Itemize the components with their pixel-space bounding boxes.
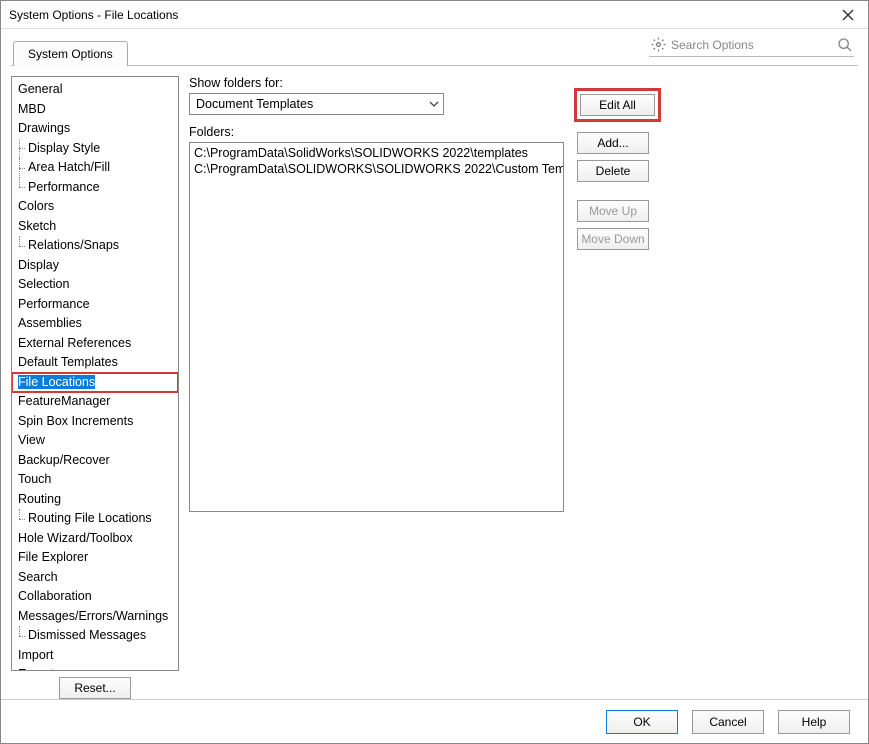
- gear-icon[interactable]: [649, 36, 667, 54]
- folder-path[interactable]: C:\ProgramData\SolidWorks\SOLIDWORKS 202…: [194, 145, 559, 161]
- tree-item-routing-file-locations[interactable]: Routing File Locations: [12, 509, 178, 529]
- tree-item-display-style[interactable]: Display Style: [12, 139, 178, 159]
- tree-item-hole-wizard-toolbox[interactable]: Hole Wizard/Toolbox: [12, 529, 178, 549]
- tree-item-collaboration[interactable]: Collaboration: [12, 587, 178, 607]
- tree-item-assemblies[interactable]: Assemblies: [12, 314, 178, 334]
- help-button[interactable]: Help: [778, 710, 850, 734]
- tree-item-drawings[interactable]: Drawings: [12, 119, 178, 139]
- tree-item-routing[interactable]: Routing: [12, 490, 178, 510]
- edit-all-button[interactable]: Edit All: [580, 94, 655, 116]
- tree-item-file-explorer[interactable]: File Explorer: [12, 548, 178, 568]
- folders-label: Folders:: [189, 125, 858, 139]
- right-panel: Show folders for: Document Templates Edi…: [189, 76, 858, 699]
- chevron-down-icon: [429, 99, 439, 109]
- edit-all-wrap: Edit All: [574, 88, 661, 122]
- tree-item-colors[interactable]: Colors: [12, 197, 178, 217]
- tree-item-export[interactable]: Export: [12, 665, 178, 671]
- tree-item-messages-errors-warnings[interactable]: Messages/Errors/Warnings: [12, 607, 178, 627]
- move-down-button[interactable]: Move Down: [577, 228, 649, 250]
- show-folders-label: Show folders for:: [189, 76, 858, 90]
- dialog-window: System Options - File Locations System O…: [0, 0, 869, 744]
- tree-item-default-templates[interactable]: Default Templates: [12, 353, 178, 373]
- category-tree[interactable]: GeneralMBDDrawingsDisplay StyleArea Hatc…: [11, 76, 179, 671]
- tree-item-search[interactable]: Search: [12, 568, 178, 588]
- left-column: GeneralMBDDrawingsDisplay StyleArea Hatc…: [11, 76, 179, 699]
- reset-button[interactable]: Reset...: [59, 677, 130, 699]
- tree-item-dismissed-messages[interactable]: Dismissed Messages: [12, 626, 178, 646]
- folder-buttons: Add... Delete Move Up Move Down: [577, 132, 649, 250]
- tree-item-import[interactable]: Import: [12, 646, 178, 666]
- tree-item-file-locations[interactable]: File Locations: [12, 373, 178, 393]
- edit-all-highlight: Edit All: [574, 88, 661, 122]
- tree-item-featuremanager[interactable]: FeatureManager: [12, 392, 178, 412]
- cancel-button[interactable]: Cancel: [692, 710, 764, 734]
- tree-item-touch[interactable]: Touch: [12, 470, 178, 490]
- window-title: System Options - File Locations: [9, 8, 836, 22]
- tree-item-display[interactable]: Display: [12, 256, 178, 276]
- close-icon[interactable]: [836, 3, 860, 27]
- tab-system-options[interactable]: System Options: [13, 41, 128, 66]
- titlebar: System Options - File Locations: [1, 1, 868, 29]
- tree-item-selection[interactable]: Selection: [12, 275, 178, 295]
- search-input[interactable]: [667, 36, 836, 54]
- folder-path[interactable]: C:\ProgramData\SOLIDWORKS\SOLIDWORKS 202…: [194, 161, 559, 177]
- tree-item-sketch[interactable]: Sketch: [12, 217, 178, 237]
- tab-bar: System Options: [1, 29, 868, 65]
- move-up-button[interactable]: Move Up: [577, 200, 649, 222]
- folders-listbox[interactable]: C:\ProgramData\SolidWorks\SOLIDWORKS 202…: [189, 142, 564, 512]
- delete-button[interactable]: Delete: [577, 160, 649, 182]
- tree-item-external-references[interactable]: External References: [12, 334, 178, 354]
- tree-item-backup-recover[interactable]: Backup/Recover: [12, 451, 178, 471]
- ok-button[interactable]: OK: [606, 710, 678, 734]
- content-area: GeneralMBDDrawingsDisplay StyleArea Hatc…: [11, 65, 858, 699]
- dialog-footer: OK Cancel Help: [1, 699, 868, 743]
- tree-item-relations-snaps[interactable]: Relations/Snaps: [12, 236, 178, 256]
- tree-item-spin-box-increments[interactable]: Spin Box Increments: [12, 412, 178, 432]
- dropdown-value: Document Templates: [196, 97, 429, 111]
- tree-item-general[interactable]: General: [12, 80, 178, 100]
- tree-item-performance[interactable]: Performance: [12, 295, 178, 315]
- tree-item-area-hatch-fill[interactable]: Area Hatch/Fill: [12, 158, 178, 178]
- tree-item-performance[interactable]: Performance: [12, 178, 178, 198]
- show-folders-dropdown[interactable]: Document Templates: [189, 93, 444, 115]
- add-button[interactable]: Add...: [577, 132, 649, 154]
- search-icon[interactable]: [836, 36, 854, 54]
- tree-item-mbd[interactable]: MBD: [12, 100, 178, 120]
- tree-item-view[interactable]: View: [12, 431, 178, 451]
- search-box: [649, 33, 854, 57]
